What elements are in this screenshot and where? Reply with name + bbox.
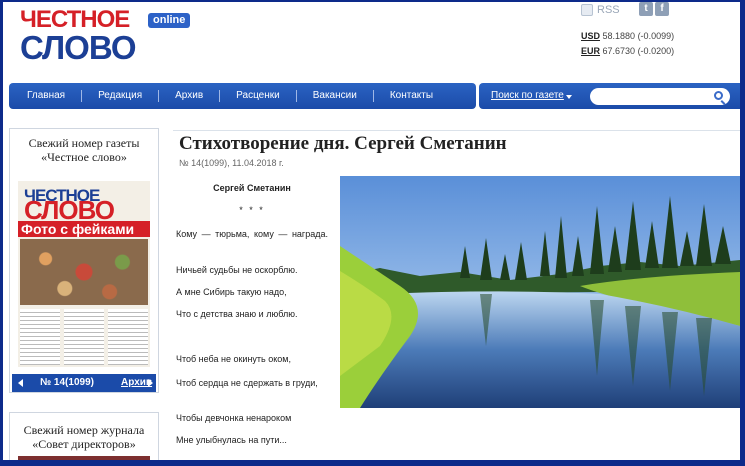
poem-line: Ничьей судьбы не оскорблю.: [176, 265, 298, 275]
article-title: Стихотворение дня. Сергей Сметанин: [179, 133, 507, 154]
next-issue-icon[interactable]: [148, 379, 153, 387]
divider: [173, 130, 740, 131]
landscape-image: [340, 176, 740, 408]
search-input[interactable]: [590, 88, 730, 105]
rss-link[interactable]: RSS: [581, 4, 620, 16]
rate-code[interactable]: USD: [581, 31, 600, 41]
logo-online-badge: online: [148, 13, 191, 28]
main-nav: Главная Редакция Архив Расценки Вакансии…: [9, 83, 476, 109]
search-scope-dropdown[interactable]: Поиск по газете: [491, 90, 564, 101]
issue-number: № 14(1099): [40, 377, 94, 388]
journal-cover[interactable]: [18, 456, 150, 460]
poem: Сергей Сметанин * * * Кому — тюрьма, ком…: [176, 180, 328, 445]
currency-rates: USD 58.1880 (-0.0099) EUR 67.6730 (-0.02…: [581, 29, 674, 59]
article-photo: [340, 176, 740, 408]
newspaper-widget-title: Свежий номер газеты «Честное слово»: [10, 136, 158, 164]
poem-line: Что с детства знаю и люблю.: [176, 309, 298, 319]
page-frame: ЧЕСТНОЕ СЛОВО online RSS t f USD 58.1880…: [3, 2, 740, 460]
widget-title-line: «Честное слово»: [41, 150, 127, 164]
rss-label: RSS: [597, 4, 620, 16]
widget-title-line: Свежий номер журнала: [23, 423, 145, 437]
widget-title-line: Свежий номер газеты: [28, 136, 140, 150]
facebook-icon[interactable]: f: [655, 2, 669, 16]
search-bar: Поиск по газете: [479, 83, 740, 109]
rate-value: 67.6730 (-0.0200): [602, 46, 675, 56]
rate-eur: EUR 67.6730 (-0.0200): [581, 44, 674, 59]
nav-item-vacancies[interactable]: Вакансии: [297, 83, 373, 109]
poem-line: Мне улыбнулась на пути...: [176, 435, 287, 445]
poem-author: Сергей Сметанин: [213, 183, 291, 193]
nav-item-prices[interactable]: Расценки: [220, 83, 296, 109]
poem-line: Чтоб сердца не сдержать в груди,: [176, 378, 318, 388]
cover-headline: Фото с фейками: [18, 221, 150, 237]
journal-widget-title: Свежий номер журнала «Совет директоров»: [10, 423, 158, 451]
nav-item-home[interactable]: Главная: [9, 83, 81, 109]
cover-column: [64, 309, 104, 365]
widget-title-line: «Совет директоров»: [32, 437, 136, 451]
cover-column: [20, 309, 60, 365]
poem-line: Чтоб неба не окинуть оком,: [176, 354, 291, 364]
rate-code[interactable]: EUR: [581, 46, 600, 56]
nav-item-contacts[interactable]: Контакты: [374, 83, 449, 109]
poem-line: А мне Сибирь такую надо,: [176, 287, 287, 297]
prev-issue-icon[interactable]: [18, 379, 23, 387]
issue-navigator: № 14(1099) Архив: [12, 374, 156, 392]
social-links: t f: [639, 2, 669, 16]
cover-column: [108, 309, 148, 365]
nav-item-editorial[interactable]: Редакция: [82, 83, 158, 109]
rss-icon: [581, 4, 593, 16]
poem-line: Чтобы девчонка ненароком: [176, 413, 292, 423]
chevron-down-icon[interactable]: [566, 95, 572, 99]
journal-widget: Свежий номер журнала «Совет директоров»: [9, 412, 159, 460]
poem-stars: * * *: [239, 205, 265, 215]
cover-name-bottom: СЛОВО: [24, 195, 115, 225]
newspaper-widget: Свежий номер газеты «Честное слово» ЧЕСТ…: [9, 128, 159, 393]
site-logo[interactable]: ЧЕСТНОЕ СЛОВО online: [20, 7, 191, 67]
twitter-icon[interactable]: t: [639, 2, 653, 16]
article-meta: № 14(1099), 11.04.2018 г.: [179, 158, 284, 168]
search-icon[interactable]: [714, 91, 723, 100]
rate-usd: USD 58.1880 (-0.0099): [581, 29, 674, 44]
cover-photo: [20, 239, 148, 305]
poem-line: Кому — тюрьма, кому — награда.: [176, 229, 328, 239]
newspaper-cover[interactable]: ЧЕСТНОЕ СЛОВО Фото с фейками: [18, 181, 150, 367]
rate-value: 58.1880 (-0.0099): [602, 31, 675, 41]
nav-item-archive[interactable]: Архив: [159, 83, 219, 109]
logo-line2: СЛОВО: [20, 29, 137, 66]
